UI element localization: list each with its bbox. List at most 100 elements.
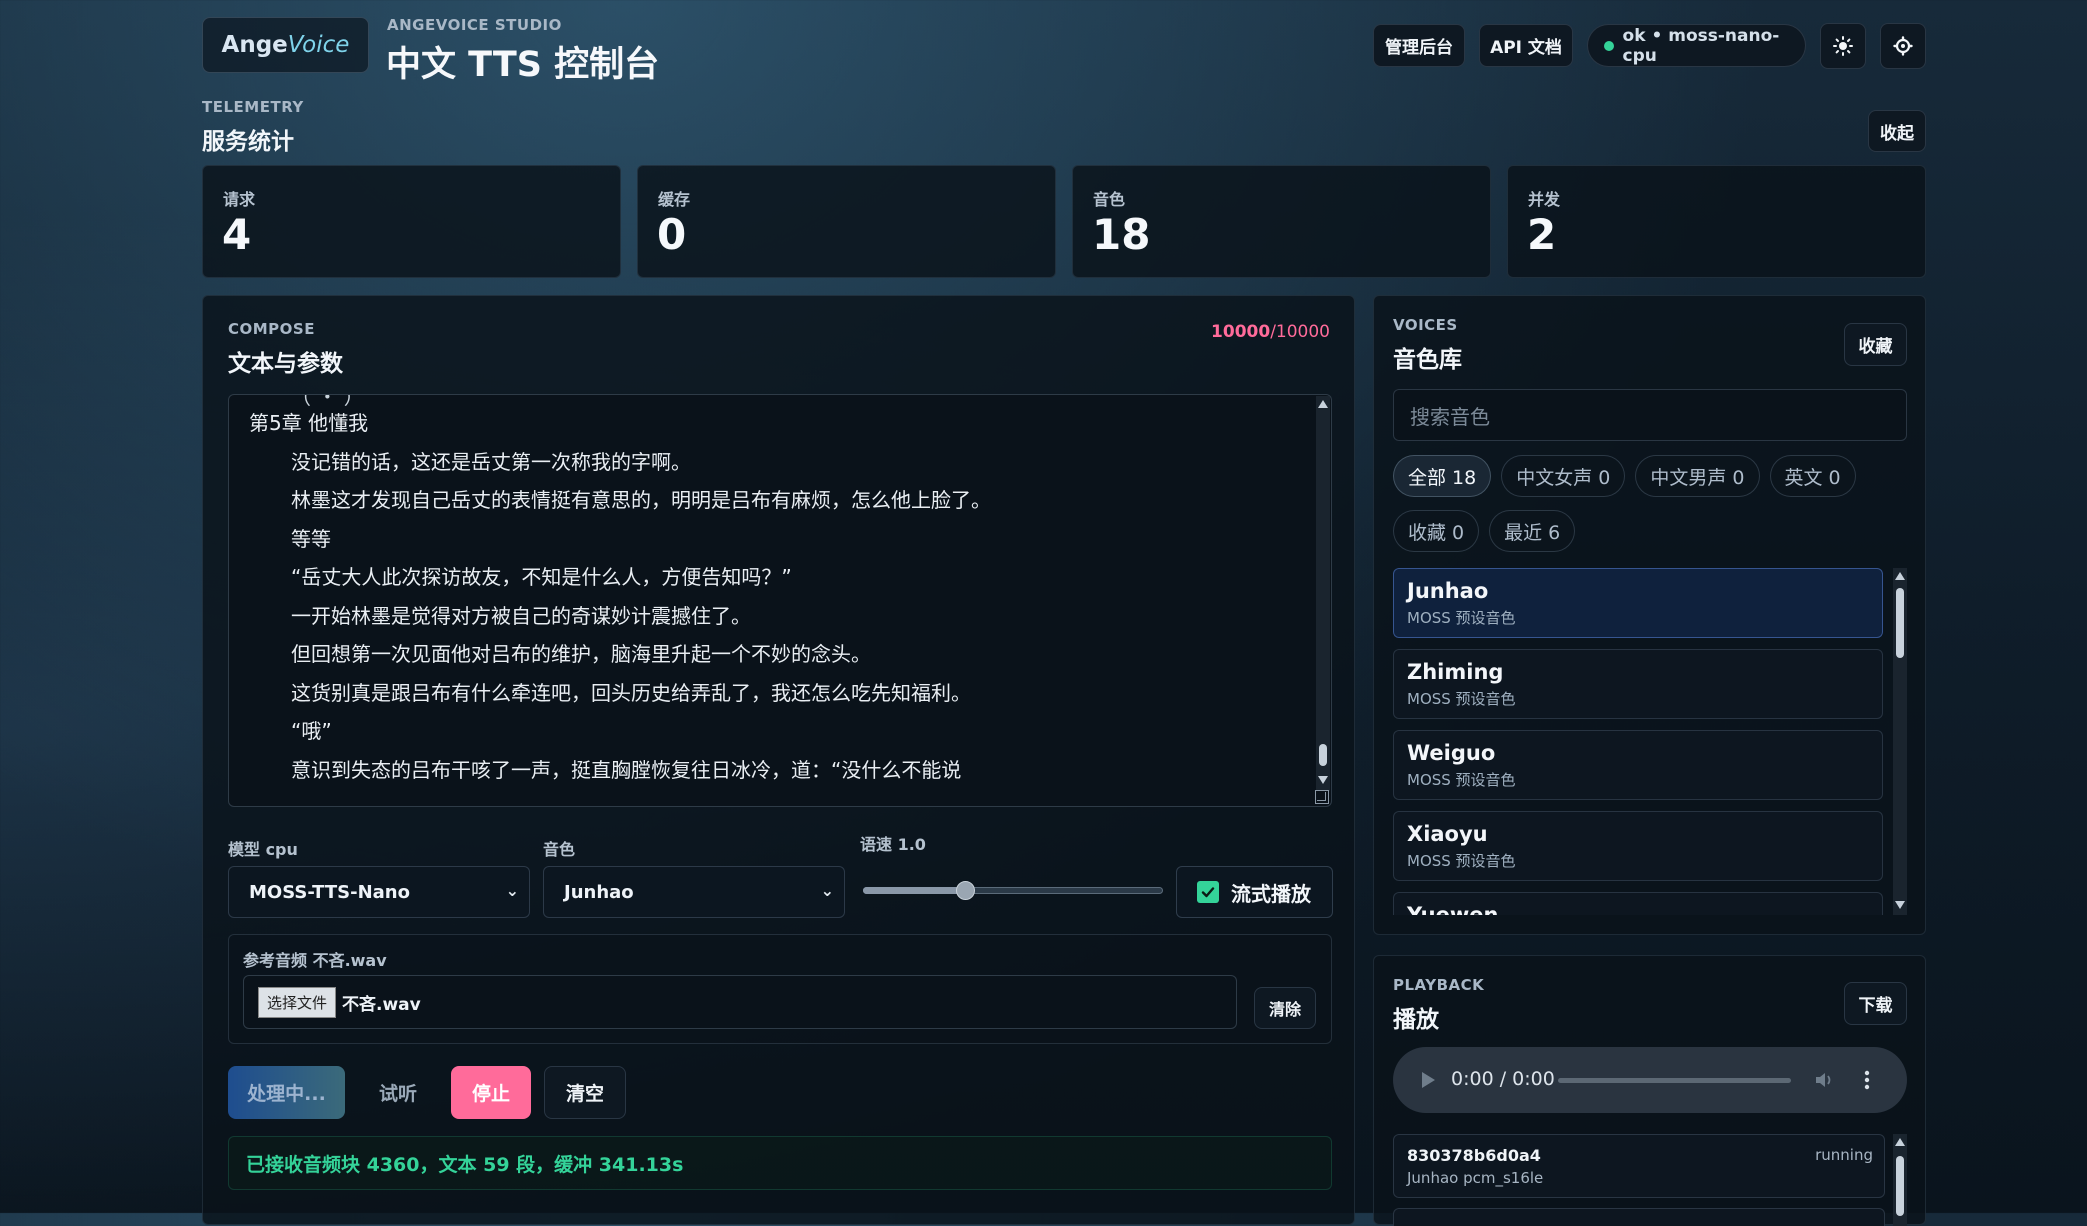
voice-sub: MOSS 预设音色 <box>1407 690 1516 708</box>
text-line: 意识到失态的吕布干咳了一声，挺直胸膛恢复往日冰冷，道：“没什么不能说 <box>291 757 962 782</box>
voice-name: Weiguo <box>1407 741 1496 765</box>
text-line: 林墨这才发现自己岳丈的表情挺有意思的，明明是吕布有麻烦，怎么他上脸了。 <box>291 488 991 512</box>
model-select-value: MOSS-TTS-Nano <box>249 881 410 903</box>
voice-name: Junhao <box>1407 579 1489 603</box>
voice-search-input[interactable]: 搜索音色 <box>1393 389 1907 441</box>
voice-name: Zhiming <box>1407 660 1504 684</box>
stat-label: 音色 <box>1093 190 1126 209</box>
voice-item-weiguo[interactable]: Weiguo MOSS 预设音色 <box>1393 730 1883 800</box>
text-input[interactable]: （ ・ ） 第5章 他懂我 没记错的话，这还是岳丈第一次称我的字啊。 林墨这才发… <box>228 394 1332 807</box>
clear-button[interactable]: 清空 <box>544 1066 626 1119</box>
stat-value: 18 <box>1092 210 1151 259</box>
voice-item-yuewen[interactable]: Yuewen <box>1393 892 1883 915</box>
text-line: 没记错的话，这还是岳丈第一次称我的字啊。 <box>291 449 691 474</box>
job-list: 830378b6d0a4 running Junhao pcm_s16le <box>1393 1134 1907 1226</box>
studio-label: ANGEVOICE STUDIO <box>387 16 562 34</box>
text-line: 第5章 他懂我 <box>249 411 369 435</box>
sun-icon <box>1833 36 1853 56</box>
voice-sub: MOSS 预设音色 <box>1407 771 1516 789</box>
slider-fill <box>863 887 965 894</box>
playback-kicker: PLAYBACK <box>1393 976 1485 994</box>
job-item[interactable]: 830378b6d0a4 running Junhao pcm_s16le <box>1393 1134 1885 1198</box>
status-text: ok • moss-nano-cpu <box>1622 25 1780 66</box>
scroll-down-arrow[interactable] <box>1895 901 1905 909</box>
ref-audio-label: 参考音频 不吝.wav <box>243 951 387 970</box>
api-docs-button[interactable]: API 文档 <box>1479 24 1573 67</box>
speed-label: 语速 1.0 <box>860 835 926 854</box>
settings-button[interactable] <box>1880 23 1926 69</box>
chip-cn-female[interactable]: 中文女声 0 <box>1501 455 1626 497</box>
clear-ref-button[interactable]: 清除 <box>1254 987 1316 1029</box>
chip-cn-male[interactable]: 中文男声 0 <box>1635 455 1760 497</box>
stat-value: 4 <box>222 210 252 259</box>
download-button[interactable]: 下载 <box>1844 982 1907 1025</box>
voice-sub: MOSS 预设音色 <box>1407 852 1516 870</box>
compose-panel: COMPOSE 文本与参数 10000/10000 （ ・ ） 第5章 他懂我 … <box>202 295 1355 1225</box>
file-name: 不吝.wav <box>342 994 421 1015</box>
audio-time: 0:00 / 0:00 <box>1451 1068 1555 1090</box>
stat-card-requests: 请求 4 <box>202 165 621 278</box>
slider-thumb[interactable] <box>956 881 975 900</box>
search-placeholder: 搜索音色 <box>1410 404 1490 429</box>
more-vertical-icon[interactable] <box>1864 1070 1870 1090</box>
compose-title: 文本与参数 <box>228 351 343 377</box>
voice-label: 音色 <box>543 840 576 859</box>
chip-recent[interactable]: 最近 6 <box>1489 510 1576 552</box>
volume-icon[interactable] <box>1814 1071 1834 1089</box>
voice-filter-chips: 全部 18 中文女声 0 中文男声 0 英文 0 收藏 0 最近 6 <box>1393 455 1913 565</box>
collapse-telemetry-button[interactable]: 收起 <box>1868 110 1926 152</box>
voice-name: Xiaoyu <box>1407 822 1488 846</box>
scroll-up-arrow[interactable] <box>1318 400 1328 408</box>
voices-title: 音色库 <box>1393 347 1462 373</box>
voice-select[interactable]: Junhao ⌄ <box>543 866 845 918</box>
compose-kicker: COMPOSE <box>228 320 315 338</box>
theme-toggle-button[interactable] <box>1820 23 1866 69</box>
play-icon[interactable] <box>1420 1071 1436 1089</box>
file-input[interactable]: 选择文件 不吝.wav <box>243 975 1237 1029</box>
job-id: 830378b6d0a4 <box>1407 1146 1541 1165</box>
resize-handle[interactable] <box>1315 790 1329 804</box>
model-select[interactable]: MOSS-TTS-Nano ⌄ <box>228 866 530 918</box>
voice-item-junhao[interactable]: Junhao MOSS 预设音色 <box>1393 568 1883 638</box>
choose-file-button[interactable]: 选择文件 <box>258 986 337 1018</box>
text-line: “岳丈大人此次探访故友，不知是什么人，方便告知吗？” <box>291 565 792 589</box>
ref-audio-box: 参考音频 不吝.wav 选择文件 不吝.wav 清除 <box>228 934 1332 1044</box>
job-status: running <box>1815 1146 1873 1164</box>
chip-english[interactable]: 英文 0 <box>1769 455 1856 497</box>
voices-panel: VOICES 音色库 收藏 搜索音色 全部 18 中文女声 0 中文男声 0 英文 0… <box>1373 295 1926 935</box>
text-line: “哦” <box>291 719 332 743</box>
stream-checkbox[interactable] <box>1197 881 1219 903</box>
admin-button[interactable]: 管理后台 <box>1373 24 1465 67</box>
job-list-scrollbar[interactable] <box>1893 1134 1907 1226</box>
audio-progress[interactable] <box>1558 1078 1791 1083</box>
logo-text: Ange <box>221 32 288 58</box>
job-item[interactable] <box>1393 1208 1885 1226</box>
text-scrollbar[interactable] <box>1316 396 1330 791</box>
favorites-button[interactable]: 收藏 <box>1844 323 1907 366</box>
chip-all[interactable]: 全部 18 <box>1393 455 1492 497</box>
scroll-thumb[interactable] <box>1896 588 1904 658</box>
logo: Ange Voice <box>202 17 369 73</box>
scroll-down-arrow[interactable] <box>1318 776 1328 784</box>
voice-list-scrollbar[interactable] <box>1893 568 1907 915</box>
processing-button[interactable]: 处理中... <box>228 1066 345 1119</box>
char-count-used: 10000 <box>1211 322 1271 342</box>
preview-button[interactable]: 试听 <box>358 1066 438 1119</box>
text-line: 但回想第一次见面他对吕布的维护，脑海里升起一个不妙的念头。 <box>291 642 871 666</box>
chip-favorites[interactable]: 收藏 0 <box>1393 510 1480 552</box>
stat-value: 0 <box>657 210 687 259</box>
voice-item-xiaoyu[interactable]: Xiaoyu MOSS 预设音色 <box>1393 811 1883 881</box>
playback-panel: PLAYBACK 播放 下载 0:00 / 0:00 830378b6d0a4 … <box>1373 955 1926 1226</box>
speed-slider[interactable] <box>863 879 1163 903</box>
scroll-up-arrow[interactable] <box>1895 1138 1905 1146</box>
voice-item-zhiming[interactable]: Zhiming MOSS 预设音色 <box>1393 649 1883 719</box>
model-label: 模型 cpu <box>228 840 298 859</box>
stream-toggle[interactable]: 流式播放 <box>1176 866 1333 918</box>
voice-list: Junhao MOSS 预设音色 Zhiming MOSS 预设音色 Weigu… <box>1393 568 1907 915</box>
scroll-thumb[interactable] <box>1896 1156 1904 1216</box>
stop-button[interactable]: 停止 <box>451 1066 531 1119</box>
text-line: 一开始林墨是觉得对方被自己的奇谋妙计震撼住了。 <box>291 603 751 628</box>
chevron-down-icon: ⌄ <box>505 881 519 900</box>
scroll-thumb[interactable] <box>1319 744 1327 766</box>
scroll-up-arrow[interactable] <box>1895 572 1905 580</box>
